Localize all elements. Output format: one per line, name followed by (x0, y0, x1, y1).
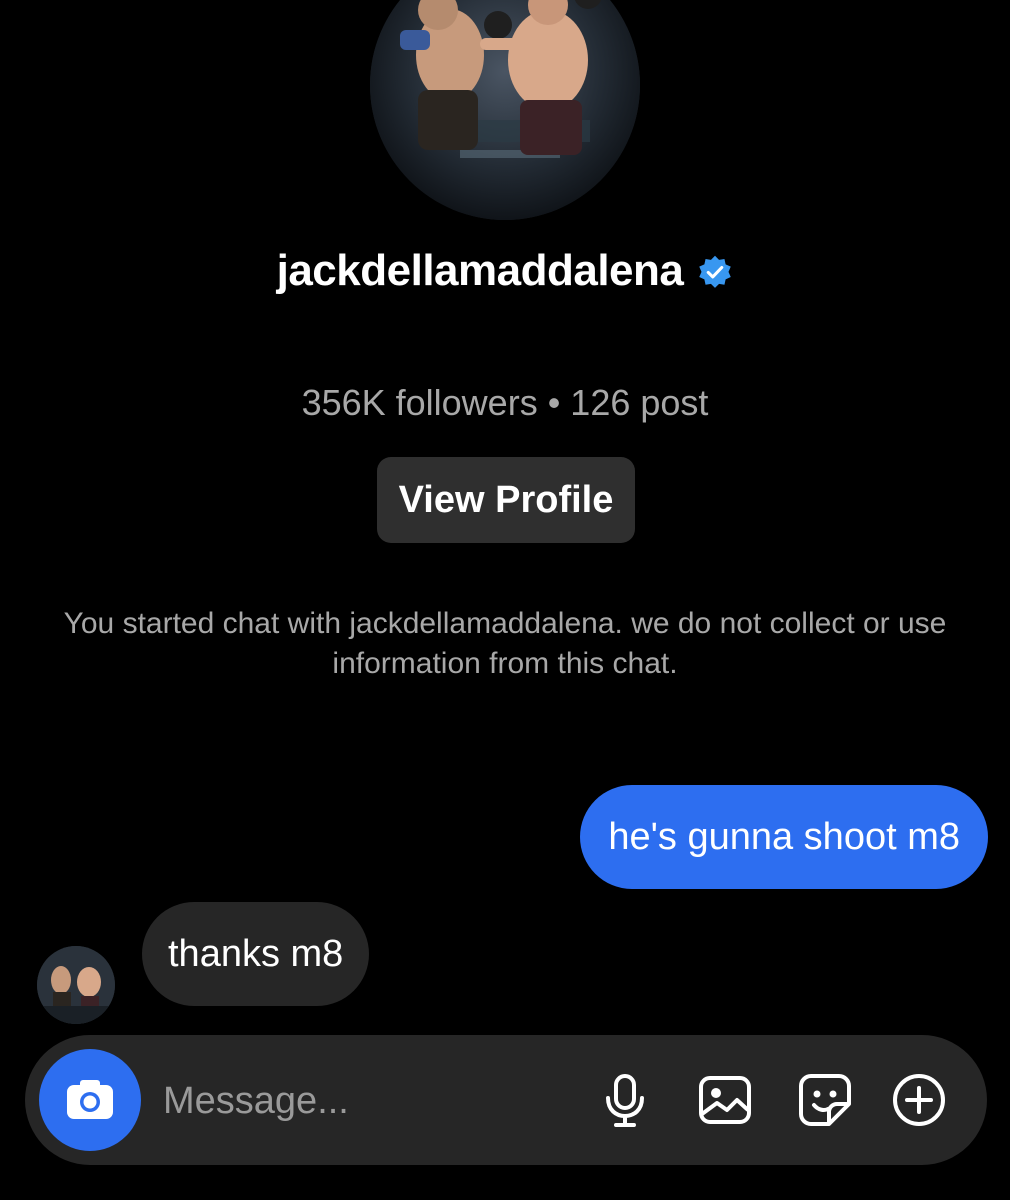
message-composer (25, 1035, 987, 1165)
incoming-message[interactable]: thanks m8 (142, 902, 370, 1006)
camera-icon (67, 1080, 113, 1119)
gallery-icon (699, 1076, 751, 1124)
chat-privacy-notice: You started chat with jackdellamaddalena… (63, 607, 947, 680)
profile-header: jackdellamaddalena (0, 246, 1010, 296)
view-profile-button[interactable]: View Profile (377, 457, 635, 543)
sticker-icon (799, 1074, 851, 1126)
sticker-button[interactable] (793, 1068, 857, 1132)
camera-button[interactable] (39, 1049, 141, 1151)
voice-message-button[interactable] (593, 1068, 657, 1132)
more-options-button[interactable] (887, 1068, 951, 1132)
microphone-icon (606, 1074, 644, 1127)
profile-photo[interactable] (370, 0, 640, 220)
add-icon (893, 1074, 945, 1126)
chat-screen: jackdellamaddalena 356K followers • 126 … (0, 0, 1010, 1200)
message-input[interactable] (161, 1065, 585, 1137)
outgoing-message[interactable]: he's gunna shoot m8 (580, 785, 988, 889)
profile-stats: 356K followers • 126 post (301, 382, 709, 423)
gallery-button[interactable] (693, 1068, 757, 1132)
profile-username[interactable]: jackdellamaddalena (277, 246, 684, 296)
verified-badge-icon (699, 255, 732, 288)
sender-avatar[interactable] (37, 946, 115, 1024)
profile-photo-image (370, 0, 640, 220)
sender-avatar-image (37, 946, 115, 1024)
